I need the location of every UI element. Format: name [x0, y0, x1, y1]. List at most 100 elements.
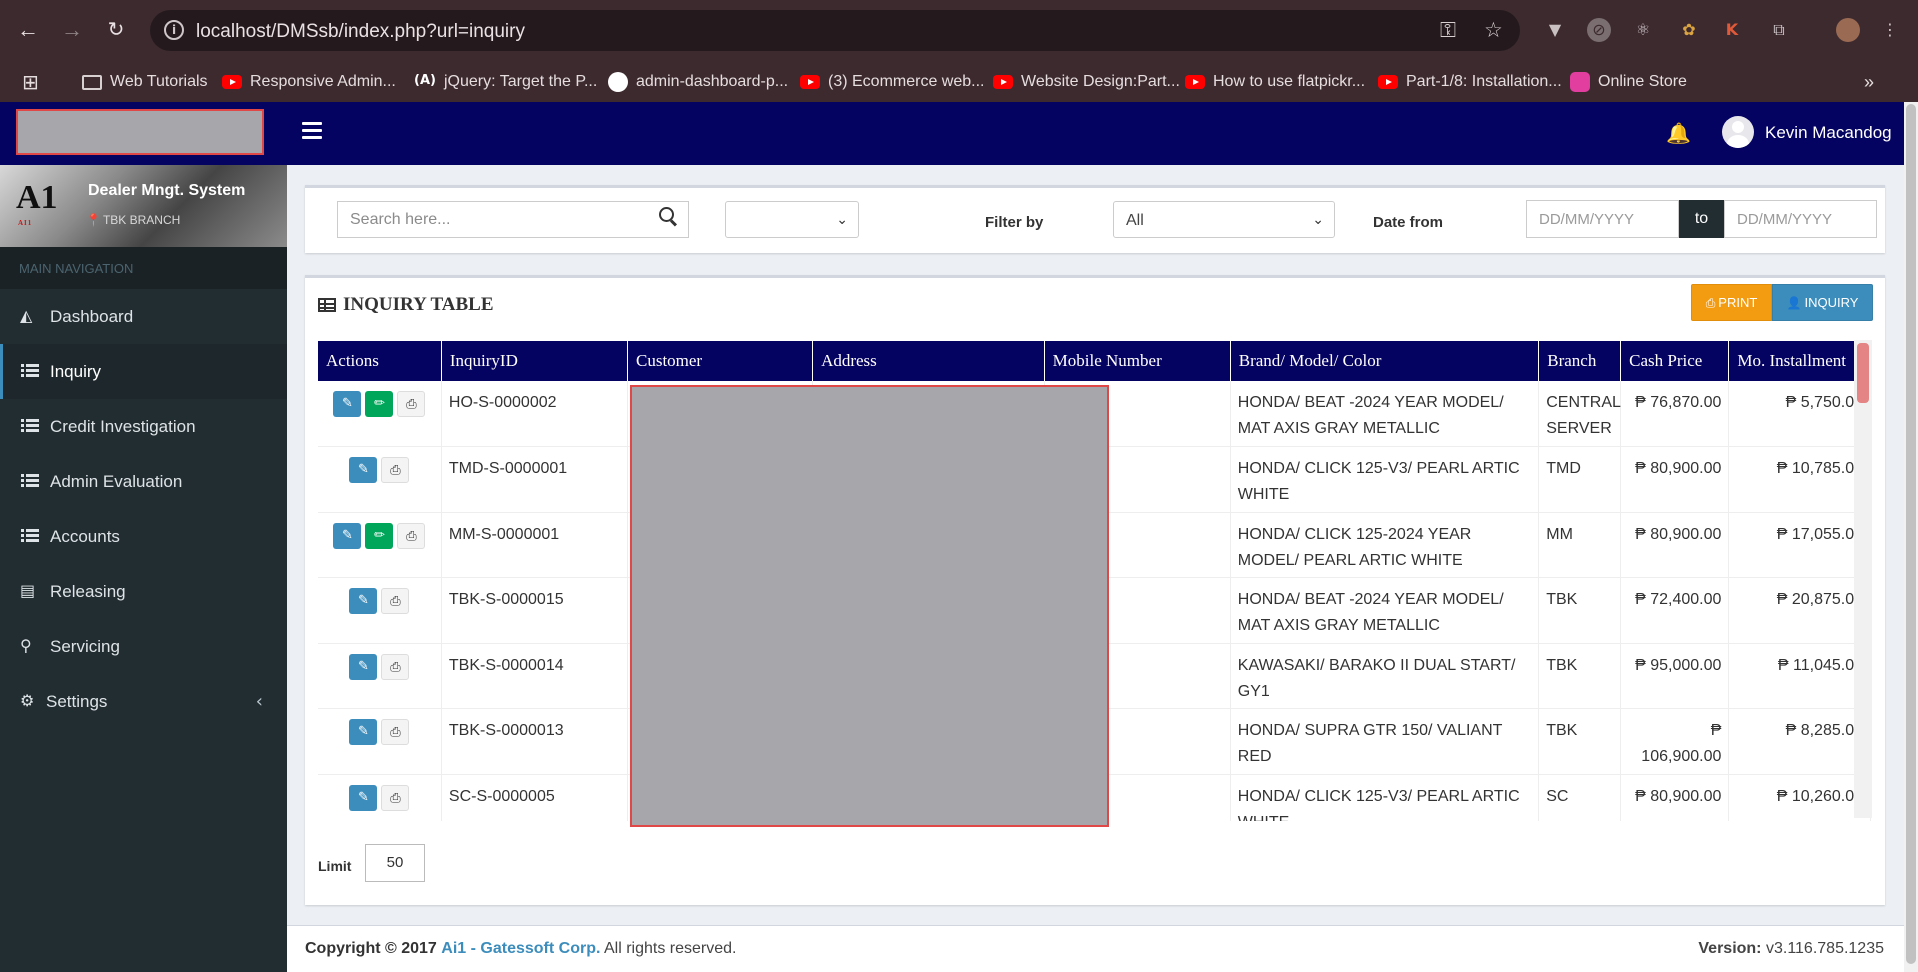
page-scrollbar-thumb[interactable] [1906, 104, 1916, 964]
column-header[interactable]: Actions [318, 341, 442, 381]
add-inquiry-label: INQUIRY [1804, 295, 1859, 310]
print-button-label: PRINT [1718, 295, 1758, 310]
bookmark-ecommerce[interactable]: (3) Ecommerce web... [800, 71, 984, 93]
block-extension-icon[interactable]: ⊘ [1587, 18, 1611, 42]
company-link[interactable]: Ai1 - Gatessoft Corp. [441, 940, 600, 957]
edit-icon[interactable]: ✎ [349, 457, 378, 483]
sidebar-item-label: Settings [46, 692, 108, 711]
bookmark-jquery[interactable]: (A) jQuery: Target the P... [414, 71, 597, 93]
branch-cell: TBK [1538, 708, 1622, 775]
printer-icon[interactable]: ⎙ [397, 391, 426, 417]
cookie-extension-icon[interactable]: ✿ [1677, 18, 1701, 42]
edit-icon[interactable]: ✎ [349, 784, 378, 811]
address-bar[interactable]: i localhost/DMSsb/index.php?url=inquiry … [150, 10, 1520, 51]
column-header[interactable]: Address [812, 341, 1045, 381]
search-input[interactable] [337, 201, 689, 238]
column-header[interactable]: Customer [627, 341, 814, 381]
reload-icon[interactable]: ↻ [100, 14, 132, 46]
search-icon[interactable] [659, 207, 677, 225]
sidebar-item-accounts[interactable]: Accounts [0, 509, 287, 564]
bookmark-responsive-admin[interactable]: Responsive Admin... [222, 71, 396, 93]
type-select[interactable]: ⌄ [725, 201, 859, 238]
sidebar-item-settings[interactable]: ⚙ Settings ‹ [0, 674, 287, 729]
version-label: Version: [1698, 940, 1762, 957]
bookmarks-overflow-icon[interactable]: » [1864, 71, 1874, 93]
filter-by-select[interactable]: All ⌄ [1113, 201, 1335, 238]
table-header-row: Actions InquiryID Customer Address Mobil… [318, 341, 1871, 381]
chevron-down-icon: ⌄ [836, 212, 848, 228]
back-arrow-icon[interactable]: ← [12, 14, 44, 46]
column-header[interactable]: InquiryID [441, 341, 628, 381]
cash-price-cell: ₱ 95,000.00 [1620, 643, 1730, 709]
bookmark-admin-dashboard[interactable]: admin-dashboard-p... [608, 71, 788, 93]
bookmark-folder-web-tutorials[interactable]: Web Tutorials [82, 71, 208, 93]
bookmark-website-design[interactable]: Website Design:Part... [993, 71, 1180, 93]
edit-icon[interactable]: ✎ [349, 653, 378, 680]
printer-icon[interactable]: ⎙ [381, 653, 410, 680]
browser-menu-icon[interactable]: ⋮ [1878, 18, 1902, 42]
printer-icon[interactable]: ⎙ [381, 719, 410, 745]
bookmark-star-icon[interactable]: ☆ [1484, 18, 1503, 42]
table-scrollbar-thumb[interactable] [1857, 343, 1869, 403]
bookmark-label: Responsive Admin... [250, 73, 396, 90]
printer-icon[interactable]: ⎙ [381, 457, 410, 483]
bookmark-label: How to use flatpickr... [1213, 73, 1366, 90]
limit-input[interactable]: 50 [365, 844, 425, 882]
a-icon: (A) [414, 73, 436, 88]
site-info-icon[interactable]: i [164, 20, 184, 40]
installment-cell: ₱ 10,785.00 [1728, 446, 1871, 513]
bookmark-flatpickr[interactable]: How to use flatpickr... [1185, 71, 1365, 93]
folder-icon [82, 74, 102, 90]
table-scrollbar[interactable] [1854, 340, 1872, 818]
react-devtools-icon[interactable]: ⚛ [1631, 18, 1655, 42]
model-cell: HONDA/ BEAT -2024 YEAR MODEL/ MAT AXIS G… [1230, 577, 1540, 644]
installment-cell: ₱ 5,750.00 [1728, 381, 1871, 447]
user-name[interactable]: Kevin Macandog [1765, 123, 1892, 143]
date-to-input[interactable] [1724, 200, 1877, 238]
printer-icon[interactable]: ⎙ [381, 588, 410, 614]
list-icon [21, 419, 39, 433]
apps-grid-icon[interactable]: ⊞ [22, 70, 39, 94]
edit-icon[interactable]: ✎ [333, 522, 362, 549]
sidebar-item-releasing[interactable]: ▤ Releasing [0, 564, 287, 619]
printer-icon[interactable]: ⎙ [381, 784, 410, 811]
date-from-input[interactable] [1526, 200, 1679, 238]
branch-cell: CENTRAL SERVER [1538, 381, 1622, 447]
vivaldi-extension-icon[interactable]: ▼ [1543, 18, 1567, 42]
avatar[interactable] [1722, 116, 1754, 148]
add-inquiry-button[interactable]: 👤 INQUIRY [1772, 284, 1873, 321]
pencil-icon[interactable]: ✏ [365, 522, 394, 549]
column-header[interactable]: Mobile Number [1044, 341, 1231, 381]
sidebar-item-admin-evaluation[interactable]: Admin Evaluation [0, 454, 287, 509]
sidebar-toggle-icon[interactable] [302, 122, 322, 142]
bell-icon[interactable]: 🔔 [1666, 121, 1691, 145]
sidebar-item-servicing[interactable]: ⚲ Servicing [0, 619, 287, 674]
column-header[interactable]: Brand/ Model/ Color [1230, 341, 1540, 381]
edit-icon[interactable]: ✎ [333, 391, 362, 417]
edit-icon[interactable]: ✎ [349, 588, 378, 614]
extensions-puzzle-icon[interactable]: ⧉ [1767, 18, 1791, 42]
actions-cell: ✎ ✏ ⎙ [318, 381, 442, 447]
pencil-icon[interactable]: ✏ [365, 391, 394, 417]
profile-avatar[interactable] [1836, 18, 1860, 42]
sidebar-item-dashboard[interactable]: ◭ Dashboard [0, 289, 287, 344]
actions-cell: ✎ ⎙ [318, 643, 442, 709]
logo-redacted[interactable] [16, 109, 264, 155]
printer-icon[interactable]: ⎙ [397, 522, 426, 549]
page-scrollbar[interactable] [1904, 102, 1918, 972]
print-button[interactable]: ⎙ PRINT [1691, 284, 1772, 321]
forward-arrow-icon[interactable]: → [56, 14, 88, 46]
column-header[interactable]: Cash Price [1620, 341, 1730, 381]
bookmark-online-store[interactable]: Online Store [1570, 71, 1687, 93]
k-extension-icon[interactable]: K [1720, 18, 1744, 42]
url-text[interactable]: localhost/DMSsb/index.php?url=inquiry [196, 21, 525, 43]
sidebar-item-credit-investigation[interactable]: Credit Investigation [0, 399, 287, 454]
edit-icon[interactable]: ✎ [349, 719, 378, 745]
sidebar-item-inquiry[interactable]: Inquiry [0, 344, 287, 399]
model-cell: HONDA/ CLICK 125-V3/ PEARL ARTIC WHITE [1230, 446, 1540, 513]
column-header[interactable]: Mo. Installment [1728, 341, 1871, 381]
column-header[interactable]: Branch [1538, 341, 1622, 381]
bookmark-installation[interactable]: Part-1/8: Installation... [1378, 71, 1562, 93]
key-icon[interactable]: ⚿ [1440, 18, 1456, 43]
actions-cell: ✎ ⎙ [318, 774, 442, 821]
